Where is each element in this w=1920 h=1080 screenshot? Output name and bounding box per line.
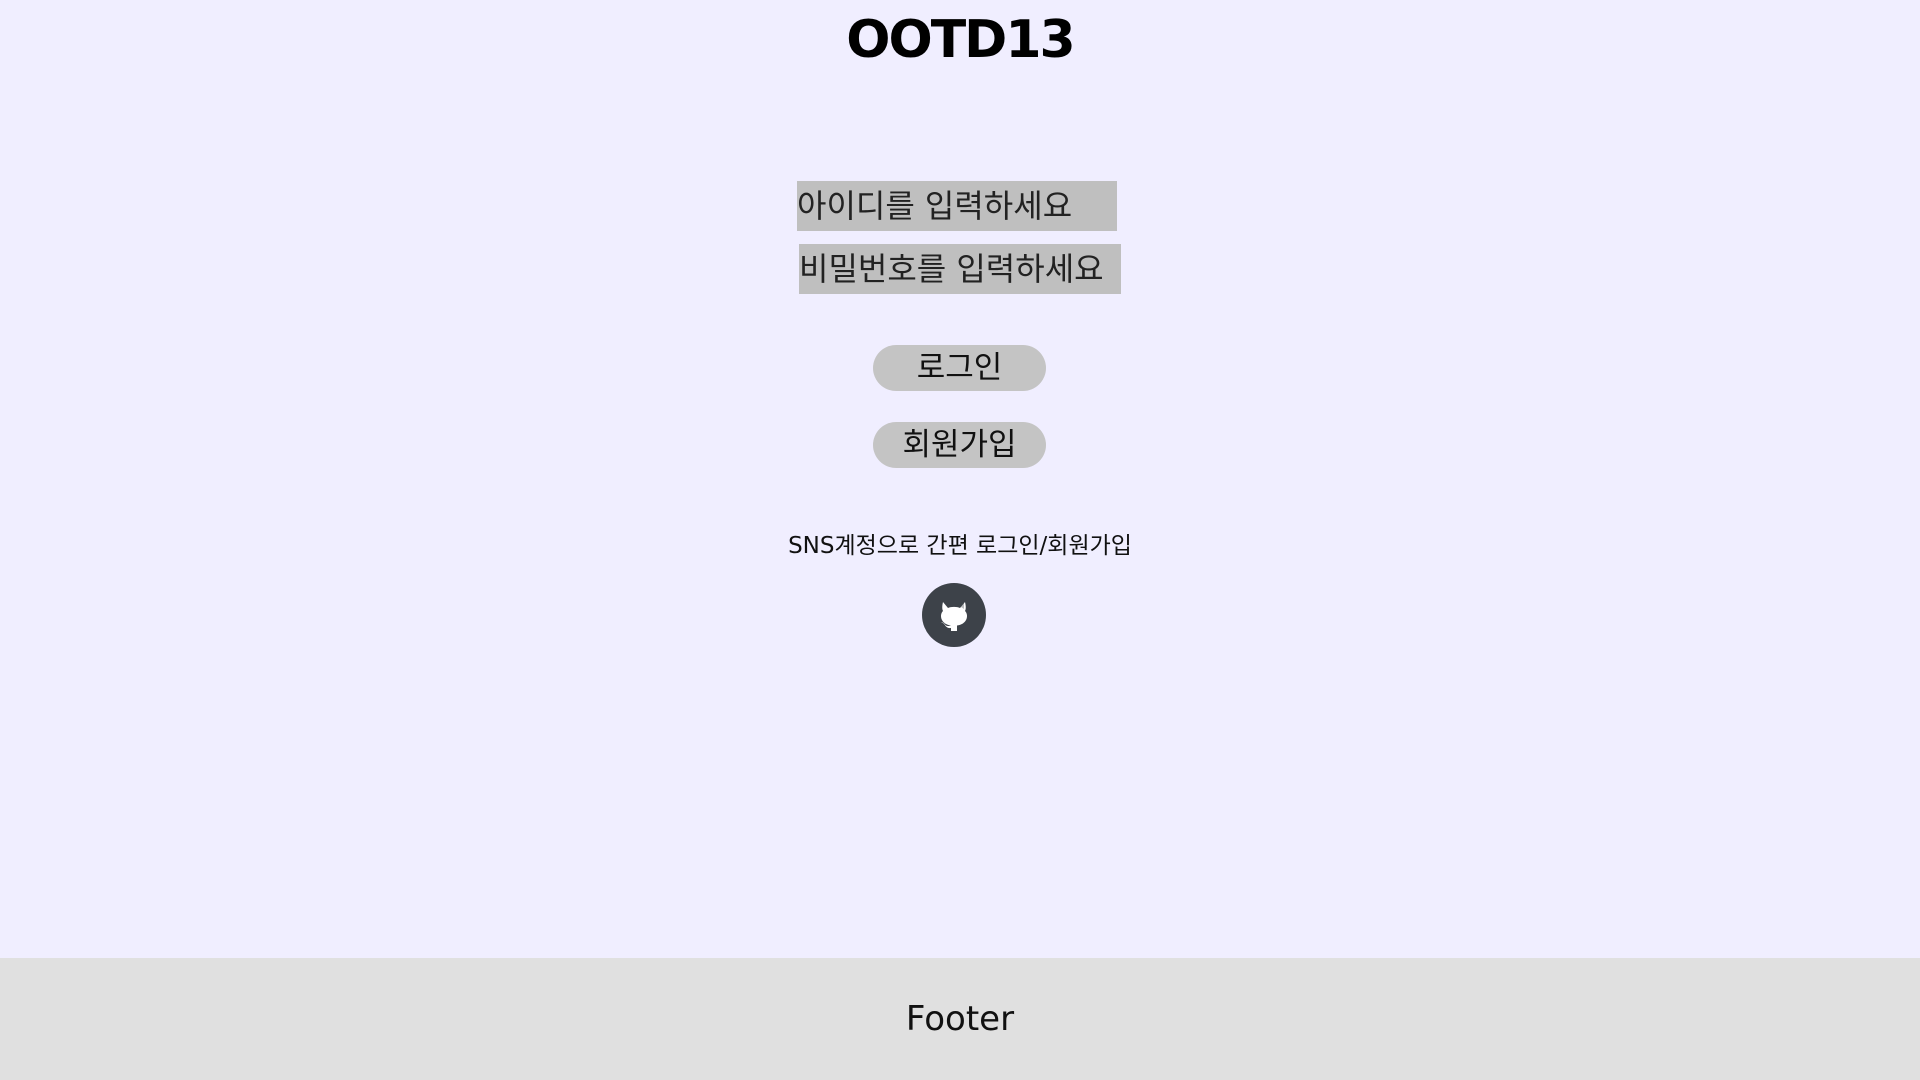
github-login-button[interactable]: [922, 583, 986, 647]
login-button[interactable]: 로그인: [873, 345, 1046, 391]
id-input[interactable]: [797, 181, 1117, 231]
footer: Footer: [0, 958, 1920, 1080]
signup-button[interactable]: 회원가입: [873, 422, 1046, 468]
site-logo[interactable]: OOTD13: [0, 14, 1920, 66]
github-icon: [941, 602, 967, 631]
password-input[interactable]: [799, 244, 1121, 294]
sns-login-text: SNS계정으로 간편 로그인/회원가입: [788, 533, 1132, 559]
page: OOTD13 로그인 회원가입 SNS계정으로 간편 로그인/회원가입 Foot…: [0, 0, 1920, 1080]
